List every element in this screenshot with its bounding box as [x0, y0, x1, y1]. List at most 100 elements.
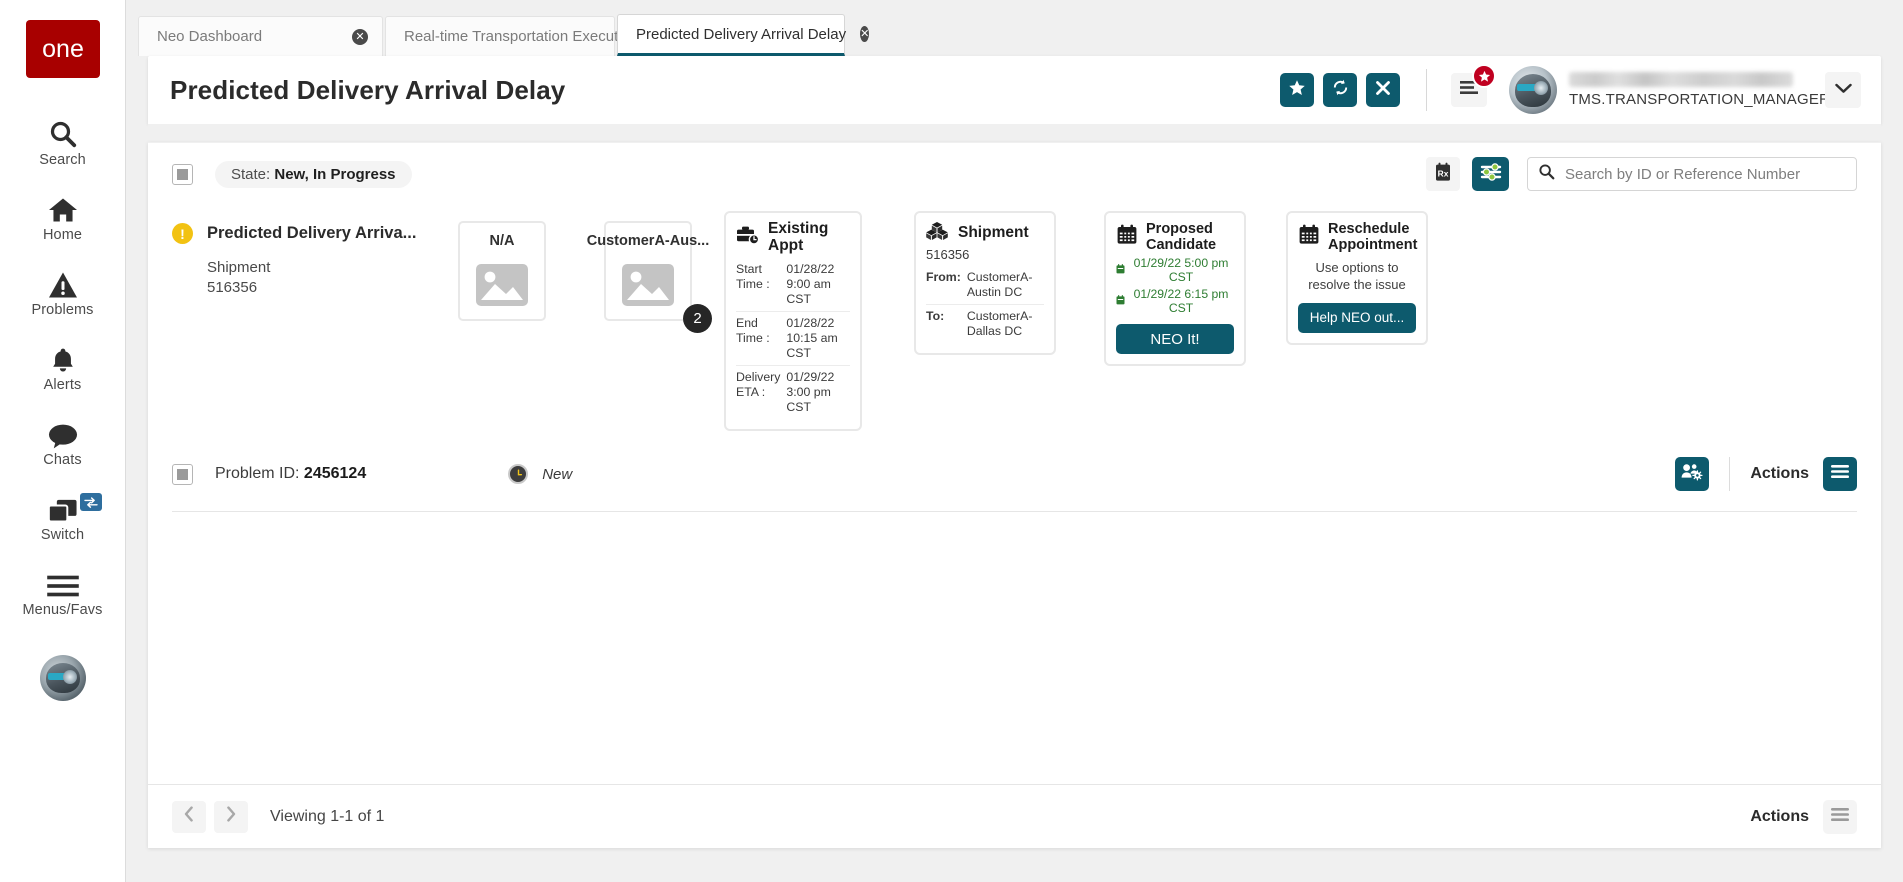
clock-icon: [508, 464, 529, 485]
favorite-button[interactable]: [1280, 73, 1314, 107]
report-export-button[interactable]: Rx: [1426, 157, 1460, 191]
redacted-user-line: [1569, 72, 1793, 87]
report-export-icon: Rx: [1434, 162, 1452, 187]
entity-id[interactable]: 516356: [207, 278, 422, 298]
calendar-small-icon: [1116, 294, 1125, 308]
thumbnail-count-badge: 2: [683, 304, 712, 333]
chat-bubble-icon: [47, 415, 79, 449]
swap-arrows-icon[interactable]: [79, 493, 102, 511]
proposed-time-row: 01/29/22 6:15 pm CST: [1116, 287, 1234, 315]
neo-assistant-avatar[interactable]: [39, 655, 86, 701]
card-header: Shipment: [926, 221, 1044, 246]
row-actions-button[interactable]: [1823, 457, 1857, 492]
search-box[interactable]: [1527, 157, 1857, 191]
header-divider: [1426, 69, 1427, 111]
chevron-left-icon: [183, 806, 195, 827]
table-row: From: CustomerA-Austin DC: [926, 266, 1044, 305]
help-neo-out-button[interactable]: Help NEO out...: [1298, 302, 1416, 333]
thumbnail-card[interactable]: N/A: [458, 221, 546, 321]
problem-entity: Shipment 516356: [207, 258, 422, 299]
row-value: CustomerA-Dallas DC: [966, 304, 1044, 343]
shipment-card: Shipment 516356 From: CustomerA-Austin D…: [914, 211, 1056, 355]
row-key: End Time :: [736, 311, 787, 366]
sidebar-item-alerts[interactable]: Alerts: [0, 329, 126, 404]
sidebar-item-home[interactable]: Home: [0, 179, 126, 254]
warning-triangle-icon: [48, 265, 78, 299]
briefcase-clock-icon: [736, 225, 760, 250]
reschedule-subtitle: Use options to resolve the issue: [1308, 260, 1406, 293]
problem-list-card: State: New, In Progress Rx Search by ID …: [148, 142, 1881, 848]
sidebar-item-label: Search: [39, 152, 86, 168]
close-icon[interactable]: ✕: [352, 28, 368, 45]
shipment-id[interactable]: 516356: [926, 247, 1044, 262]
next-page-button[interactable]: [214, 800, 248, 833]
actions-label: Actions: [1750, 465, 1809, 483]
sidebar-item-chats[interactable]: Chats: [0, 404, 126, 479]
thumbnail-card[interactable]: CustomerA-Aus... 2: [587, 221, 712, 333]
one-logo[interactable]: one: [25, 20, 100, 78]
problem-title[interactable]: Predicted Delivery Arriva...: [207, 224, 416, 243]
sidebar-item-problems[interactable]: Problems: [0, 254, 126, 329]
select-all-checkbox[interactable]: [172, 163, 193, 185]
tab-label: Predicted Delivery Arrival Delay: [636, 25, 847, 43]
search-input[interactable]: [1565, 165, 1846, 183]
app-root: one Search Home Problems Alerts Chats Sw…: [0, 0, 1903, 882]
refresh-button[interactable]: [1323, 73, 1357, 107]
problem-id-value[interactable]: 2456124: [304, 465, 366, 482]
row-key: To:: [926, 304, 967, 343]
proposed-time-text: 01/29/22 5:00 pm CST: [1133, 256, 1229, 285]
star-icon: [1288, 79, 1306, 102]
chevron-down-icon: [1834, 81, 1852, 99]
image-placeholder-icon: [621, 263, 675, 312]
sidebar-item-search[interactable]: Search: [0, 104, 126, 179]
problem-meta-row: Problem ID: 2456124 New Actions: [172, 457, 1857, 513]
tab-neo-dashboard[interactable]: Neo Dashboard ✕: [138, 16, 383, 56]
footer-actions-button[interactable]: [1823, 799, 1857, 834]
problem-row-area: ! Predicted Delivery Arriva... Shipment …: [148, 205, 1881, 513]
tab-realtime-transportation-execution[interactable]: Real-time Transportation Executi... ✕: [385, 16, 658, 56]
sidebar-item-menus-favs[interactable]: Menus/Favs: [0, 554, 126, 629]
state-filter-value: New, In Progress: [274, 165, 396, 183]
row-key: Delivery ETA :: [736, 365, 787, 420]
home-icon: [47, 190, 79, 224]
robot-ear: [1534, 80, 1548, 95]
row-select-checkbox[interactable]: [172, 463, 193, 485]
image-placeholder-icon: [475, 263, 529, 312]
row-value: CustomerA-Austin DC: [966, 270, 1033, 299]
robot-ear: [62, 670, 77, 684]
hamburger-icon: [1830, 464, 1850, 484]
proposed-time-row: 01/29/22 5:00 pm CST: [1116, 256, 1234, 284]
tab-predicted-delivery-arrival-delay[interactable]: Predicted Delivery Arrival Delay ✕: [617, 14, 870, 56]
problem-id-label: Problem ID:: [215, 465, 300, 483]
calendar-small-icon: [1116, 263, 1125, 277]
user-menu-button[interactable]: [1825, 72, 1861, 108]
header-menu-button[interactable]: [1451, 64, 1496, 107]
page-header: Predicted Delivery Arrival Delay TMS.TRA…: [148, 56, 1881, 124]
neo-it-button[interactable]: NEO It!: [1116, 324, 1234, 355]
close-icon[interactable]: ✕: [860, 26, 870, 42]
sidebar-item-switch[interactable]: Switch: [0, 479, 126, 554]
problem-summary: ! Predicted Delivery Arriva... Shipment …: [172, 211, 422, 299]
close-button[interactable]: [1366, 73, 1400, 107]
advanced-filter-button[interactable]: [1472, 157, 1509, 191]
left-nav-rail: one Search Home Problems Alerts Chats Sw…: [0, 0, 126, 882]
pagination-summary: Viewing 1-1 of 1: [270, 807, 385, 825]
filter-sliders-icon: [1480, 162, 1502, 187]
previous-page-button[interactable]: [172, 800, 206, 833]
windows-switch-icon: [47, 490, 79, 524]
header-action-buttons: [1280, 73, 1400, 107]
state-filter-label: State:: [231, 165, 271, 183]
reschedule-appointment-card: Reschedule Appointment Use options to re…: [1286, 211, 1428, 345]
avatar[interactable]: [1509, 66, 1557, 114]
existing-appointment-card: Existing Appt Start Time : 01/28/22 9:00…: [724, 211, 862, 432]
table-row: Start Time : 01/28/22 9:00 am CST: [736, 258, 850, 312]
svg-text:Rx: Rx: [1438, 168, 1449, 178]
robot-icon: [1515, 73, 1551, 107]
sidebar-item-label: Menus/Favs: [22, 602, 103, 618]
filter-bar: State: New, In Progress Rx: [148, 143, 1881, 205]
assign-users-button[interactable]: [1675, 457, 1710, 492]
sidebar-item-label: Home: [42, 227, 83, 243]
list-footer: Viewing 1-1 of 1 Actions: [148, 784, 1881, 848]
card-title: Existing Appt: [768, 220, 829, 254]
state-filter-chip[interactable]: State: New, In Progress: [215, 160, 412, 188]
